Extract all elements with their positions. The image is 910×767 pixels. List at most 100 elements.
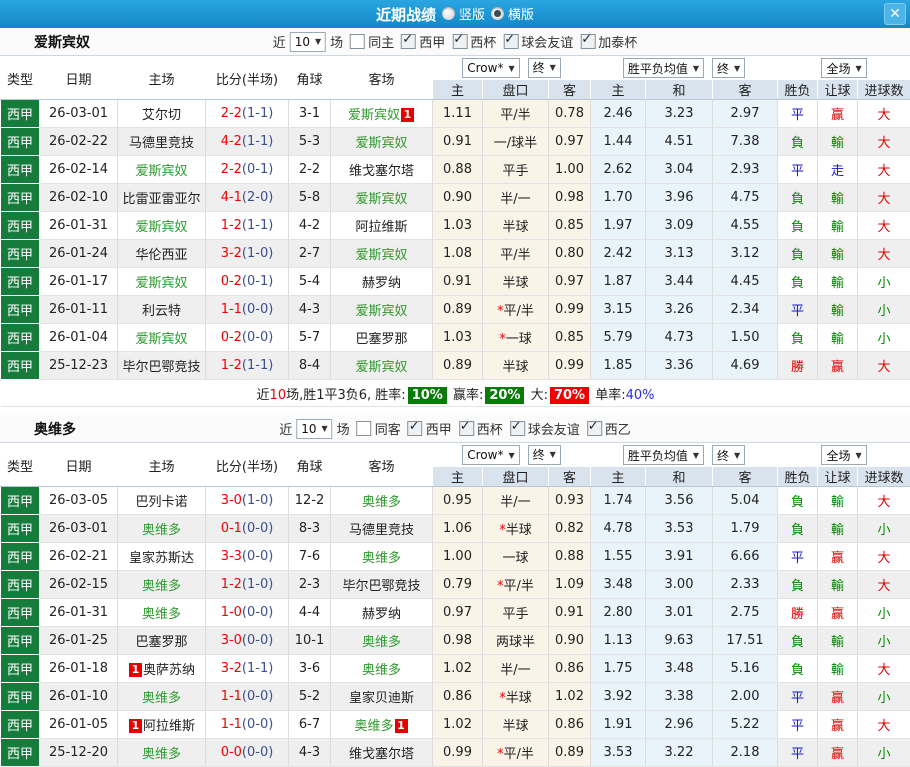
table-row: 西甲26-01-24华伦西亚3-2(1-0)2-7爱斯宾奴1.08平/半0.80… bbox=[1, 240, 910, 268]
away-team-name: 奥维多 bbox=[362, 635, 401, 650]
avg-away-cell: 4.69 bbox=[713, 352, 778, 380]
rank-badge: 1 bbox=[395, 719, 408, 733]
filter-comp-checkbox-1[interactable] bbox=[452, 34, 467, 49]
layout-radio-0[interactable]: 竖版 bbox=[442, 4, 485, 23]
score-cell: 2-2(1-1) bbox=[206, 100, 289, 128]
avg-select[interactable]: 胜平负均值▼ bbox=[623, 445, 704, 465]
summary-text: 近 bbox=[257, 388, 270, 403]
score-cell: 1-1(0-0) bbox=[206, 296, 289, 324]
match-count-select[interactable]: 10▼ bbox=[296, 419, 332, 439]
avg-home-cell: 5.79 bbox=[591, 324, 646, 352]
table-row: 西甲26-02-10比雷亚雷亚尔4-1(2-0)5-8爱斯宾奴0.90半/一0.… bbox=[1, 184, 910, 212]
home-team: 奥维多 bbox=[118, 739, 206, 767]
score-cell: 4-2(1-1) bbox=[206, 128, 289, 156]
handicap-cell: 半球 bbox=[483, 268, 549, 296]
odds-home-cell: 1.11 bbox=[433, 100, 483, 128]
home-team: 爱斯宾奴 bbox=[118, 156, 206, 184]
scope-select[interactable]: 全场▼ bbox=[821, 58, 866, 78]
corner-cell: 5-4 bbox=[289, 268, 331, 296]
table-row: 西甲25-12-20奥维多0-0(0-0)4-3维戈塞尔塔0.99*平/半0.8… bbox=[1, 739, 910, 767]
summary-text: 赢率: bbox=[449, 388, 484, 403]
away-team-name: 赫罗纳 bbox=[362, 276, 401, 291]
layout-radio-1[interactable]: 横版 bbox=[491, 4, 534, 23]
scope-select[interactable]: 全场▼ bbox=[821, 445, 866, 465]
halftime-score: (0-0) bbox=[242, 549, 273, 564]
header-group-row: 类型日期主场比分(半场)角球客场Crow*▼终▼胜平负均值▼终▼全场▼ bbox=[1, 57, 910, 80]
games-label: 场 bbox=[337, 419, 350, 438]
away-team-name: 爱斯宾奴 bbox=[355, 248, 407, 263]
corner-cell: 8-3 bbox=[289, 515, 331, 543]
home-team-name: 爱斯宾奴 bbox=[135, 164, 187, 179]
result-goals-cell: 大 bbox=[858, 184, 910, 212]
corner-cell: 4-4 bbox=[289, 599, 331, 627]
handicap-name: 平/半 bbox=[500, 108, 530, 123]
result-goals-cell: 大 bbox=[858, 543, 910, 571]
avg-final-select[interactable]: 终▼ bbox=[712, 445, 745, 465]
away-team: 巴塞罗那 bbox=[331, 324, 433, 352]
handicap-cell: *一球 bbox=[483, 324, 549, 352]
avg-away-cell: 4.55 bbox=[713, 212, 778, 240]
filter-comp-checkbox-2[interactable] bbox=[503, 34, 518, 49]
odds-final-select[interactable]: 终▼ bbox=[528, 445, 561, 465]
away-team-name: 爱斯宾奴 bbox=[355, 136, 407, 151]
date-cell: 26-01-31 bbox=[40, 599, 118, 627]
filter-comp-checkbox-2[interactable] bbox=[510, 421, 525, 436]
away-team-name: 奥维多 bbox=[362, 551, 401, 566]
handicap-name: 两球半 bbox=[496, 635, 535, 650]
rank-badge: 1 bbox=[129, 719, 142, 733]
result-handicap-cell: 輸 bbox=[818, 212, 858, 240]
filter-comp-checkbox-0[interactable] bbox=[408, 421, 423, 436]
filter-same-checkbox[interactable] bbox=[350, 34, 365, 49]
result-outcome-cell: 負 bbox=[778, 240, 818, 268]
filter-comp-checkbox-3-label: 加泰杯 bbox=[598, 36, 637, 51]
filter-same-checkbox-wrap: 同主 bbox=[343, 32, 394, 51]
handicap-cell: 平手 bbox=[483, 156, 549, 184]
league-cell: 西甲 bbox=[1, 100, 40, 128]
avg-final-select[interactable]: 终▼ bbox=[712, 58, 745, 78]
match-count-select[interactable]: 10▼ bbox=[290, 32, 326, 52]
avg-draw-cell: 3.00 bbox=[646, 571, 713, 599]
bookmaker-select[interactable]: Crow*▼ bbox=[462, 58, 519, 78]
filter-comp-checkbox-3[interactable] bbox=[587, 421, 602, 436]
avg-draw-cell: 4.73 bbox=[646, 324, 713, 352]
avg-away-cell: 7.38 bbox=[713, 128, 778, 156]
filter-comp-checkbox-0[interactable] bbox=[401, 34, 416, 49]
fulltime-score: 3-0 bbox=[221, 493, 242, 508]
home-team: 1奥萨苏纳 bbox=[118, 655, 206, 683]
sub-column-header: 胜负 bbox=[778, 467, 818, 487]
league-cell: 西甲 bbox=[1, 296, 40, 324]
result-goals-cell: 大 bbox=[858, 571, 910, 599]
column-header: 类型 bbox=[1, 57, 40, 100]
filter-comp-checkbox-1-label: 西杯 bbox=[470, 36, 496, 51]
avg-home-cell: 1.74 bbox=[591, 487, 646, 515]
summary-rate-badge: 20% bbox=[485, 387, 524, 404]
handicap-name: 半球 bbox=[506, 523, 532, 538]
odds-home-cell: 0.89 bbox=[433, 352, 483, 380]
chevron-down-icon: ▼ bbox=[693, 451, 699, 460]
odds-final-select[interactable]: 终▼ bbox=[528, 58, 561, 78]
fulltime-score: 4-2 bbox=[221, 134, 242, 149]
filter-same-checkbox[interactable] bbox=[357, 421, 372, 436]
close-button[interactable]: ✕ bbox=[884, 3, 906, 25]
table-row: 西甲26-01-17爱斯宾奴0-2(0-1)5-4赫罗纳0.91半球0.971.… bbox=[1, 268, 910, 296]
column-header: 日期 bbox=[40, 57, 118, 100]
bookmaker-select[interactable]: Crow*▼ bbox=[462, 445, 519, 465]
away-team: 爱斯宾奴 bbox=[331, 184, 433, 212]
away-team: 奥维多 bbox=[331, 627, 433, 655]
home-team: 艾尔切 bbox=[118, 100, 206, 128]
near-label: 近 bbox=[273, 32, 286, 51]
filter-comp-checkbox-3[interactable] bbox=[580, 34, 595, 49]
corner-cell: 5-3 bbox=[289, 128, 331, 156]
filter-comp-checkbox-1[interactable] bbox=[459, 421, 474, 436]
sub-column-header: 盘口 bbox=[483, 467, 549, 487]
handicap-cell: 平/半 bbox=[483, 240, 549, 268]
avg-away-cell: 2.00 bbox=[713, 683, 778, 711]
avg-away-cell: 5.16 bbox=[713, 655, 778, 683]
result-handicap-cell: 輸 bbox=[818, 515, 858, 543]
summary-count: 10 bbox=[270, 388, 287, 403]
odds-away-cell: 0.85 bbox=[549, 212, 591, 240]
avg-select[interactable]: 胜平负均值▼ bbox=[623, 58, 704, 78]
avg-away-cell: 2.97 bbox=[713, 100, 778, 128]
home-team-name: 巴列卡诺 bbox=[135, 495, 187, 510]
bookmaker-select-value: Crow* bbox=[467, 448, 503, 462]
